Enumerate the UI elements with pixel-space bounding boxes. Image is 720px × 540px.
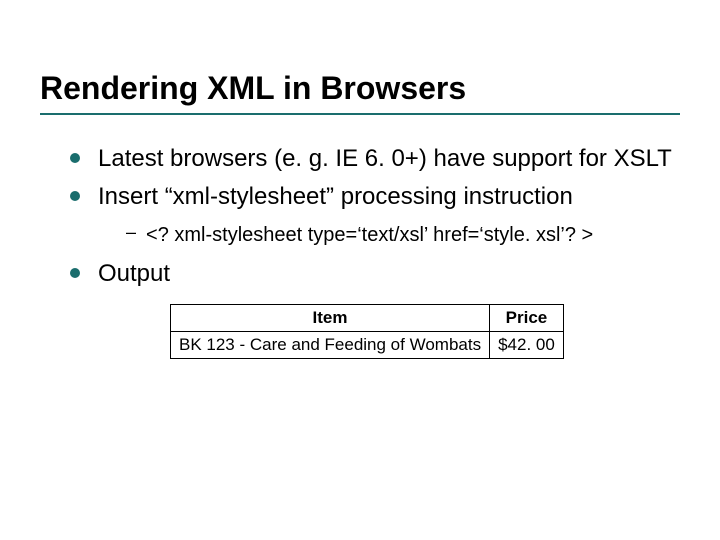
bullet-item: Insert “xml-stylesheet” processing instr… — [70, 181, 680, 213]
bullet-text: Output — [98, 258, 170, 290]
slide: Rendering XML in Browsers Latest browser… — [0, 0, 720, 359]
bullet-text: Insert “xml-stylesheet” processing instr… — [98, 181, 573, 213]
bullet-list: Latest browsers (e. g. IE 6. 0+) have su… — [40, 143, 680, 290]
dash-icon: – — [126, 222, 136, 243]
table-header-price: Price — [490, 305, 564, 332]
sub-bullet-item: – <? xml-stylesheet type=‘text/xsl’ href… — [126, 222, 680, 248]
bullet-icon — [70, 153, 80, 163]
bullet-icon — [70, 191, 80, 201]
bullet-item: Output — [70, 258, 680, 290]
output-table: Item Price BK 123 - Care and Feeding of … — [170, 304, 564, 359]
bullet-text: Latest browsers (e. g. IE 6. 0+) have su… — [98, 143, 672, 175]
bullet-icon — [70, 268, 80, 278]
table-cell-item: BK 123 - Care and Feeding of Wombats — [171, 332, 490, 359]
bullet-item: Latest browsers (e. g. IE 6. 0+) have su… — [70, 143, 680, 175]
title-underline — [40, 113, 680, 115]
table-cell-price: $42. 00 — [490, 332, 564, 359]
slide-title: Rendering XML in Browsers — [40, 70, 680, 107]
output-table-wrap: Item Price BK 123 - Care and Feeding of … — [170, 304, 680, 359]
sub-bullet-text: <? xml-stylesheet type=‘text/xsl’ href=‘… — [146, 222, 593, 248]
table-header-item: Item — [171, 305, 490, 332]
table-row: BK 123 - Care and Feeding of Wombats $42… — [171, 332, 564, 359]
table-header-row: Item Price — [171, 305, 564, 332]
